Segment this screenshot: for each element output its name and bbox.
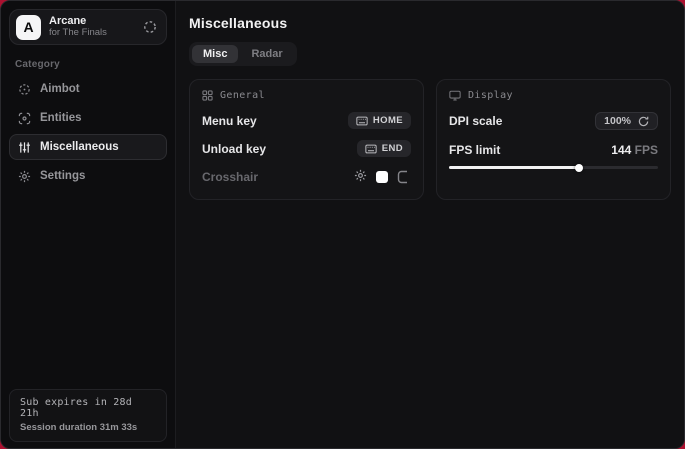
app-window: A Arcane for The Finals Category: [0, 0, 685, 449]
display-card: Display DPI scale 100%: [436, 79, 671, 200]
crosshair-label: Crosshair: [202, 170, 258, 184]
card-title: General: [220, 90, 265, 101]
fps-unit: FPS: [635, 143, 658, 157]
crosshair-settings-gear-icon[interactable]: [354, 169, 367, 184]
dpi-scale-value: 100%: [604, 115, 631, 127]
crosshair-preview-bracket-icon[interactable]: [397, 170, 411, 184]
crosshair-color-swatch[interactable]: [376, 171, 388, 183]
sidebar: A Arcane for The Finals Category: [1, 1, 176, 448]
scan-icon: [18, 112, 31, 125]
dpi-scale-label: DPI scale: [449, 114, 502, 128]
sidebar-nav: Aimbot Entities: [1, 76, 175, 189]
sidebar-item-entities[interactable]: Entities: [9, 105, 167, 131]
page-title: Miscellaneous: [189, 15, 671, 31]
unload-key-row: Unload key END: [202, 140, 411, 157]
dpi-scale-control[interactable]: 100%: [595, 112, 658, 130]
sidebar-item-miscellaneous[interactable]: Miscellaneous: [9, 134, 167, 160]
crosshair-row: Crosshair: [202, 168, 411, 185]
fps-limit-value: 144 FPS: [611, 143, 658, 157]
fps-limit-row: FPS limit 144 FPS: [449, 141, 658, 158]
keyboard-icon: [365, 144, 377, 154]
sidebar-item-label: Settings: [40, 170, 85, 182]
menu-key-row: Menu key HOME: [202, 112, 411, 129]
sidebar-item-label: Aimbot: [40, 83, 80, 95]
sidebar-item-label: Entities: [40, 112, 82, 124]
unload-key-bind-button[interactable]: END: [357, 140, 411, 157]
category-label: Category: [15, 59, 175, 70]
unload-key-value: END: [382, 143, 403, 154]
subscription-card: Sub expires in 28d 21h Session duration …: [9, 389, 167, 442]
app-subtitle: for The Finals: [49, 28, 107, 39]
keyboard-icon: [356, 116, 368, 126]
dpi-scale-row: DPI scale 100%: [449, 112, 658, 130]
app-logo: A: [16, 15, 41, 40]
tab-misc[interactable]: Misc: [192, 45, 238, 63]
menu-key-value: HOME: [373, 115, 403, 126]
fps-limit-label: FPS limit: [449, 143, 500, 157]
refresh-icon[interactable]: [638, 116, 649, 127]
tab-bar: Misc Radar: [189, 42, 297, 66]
unload-key-label: Unload key: [202, 142, 266, 156]
sidebar-item-label: Miscellaneous: [40, 141, 119, 153]
menu-key-label: Menu key: [202, 114, 257, 128]
sub-expiry-text: Sub expires in 28d 21h: [20, 397, 156, 419]
session-duration-text: Session duration 31m 33s: [20, 422, 156, 433]
fps-slider-fill: [449, 166, 579, 169]
monitor-icon: [449, 90, 461, 101]
sliders-icon: [18, 141, 31, 154]
gear-icon: [18, 170, 31, 183]
main-panel: Miscellaneous Misc Radar Gene: [176, 1, 684, 448]
sidebar-item-aimbot[interactable]: Aimbot: [9, 76, 167, 102]
fps-slider-thumb[interactable]: [575, 164, 583, 172]
card-title: Display: [468, 90, 513, 101]
grid-icon: [202, 90, 213, 101]
brand-card: A Arcane for The Finals: [9, 9, 167, 45]
fps-limit-slider[interactable]: [449, 163, 658, 172]
tab-radar[interactable]: Radar: [240, 45, 293, 63]
sidebar-item-settings[interactable]: Settings: [9, 163, 167, 189]
crosshair-icon: [18, 83, 31, 96]
dashed-circle-icon[interactable]: [143, 20, 157, 34]
app-title: Arcane: [49, 15, 107, 28]
menu-key-bind-button[interactable]: HOME: [348, 112, 411, 129]
general-card: General Menu key HOME: [189, 79, 424, 200]
